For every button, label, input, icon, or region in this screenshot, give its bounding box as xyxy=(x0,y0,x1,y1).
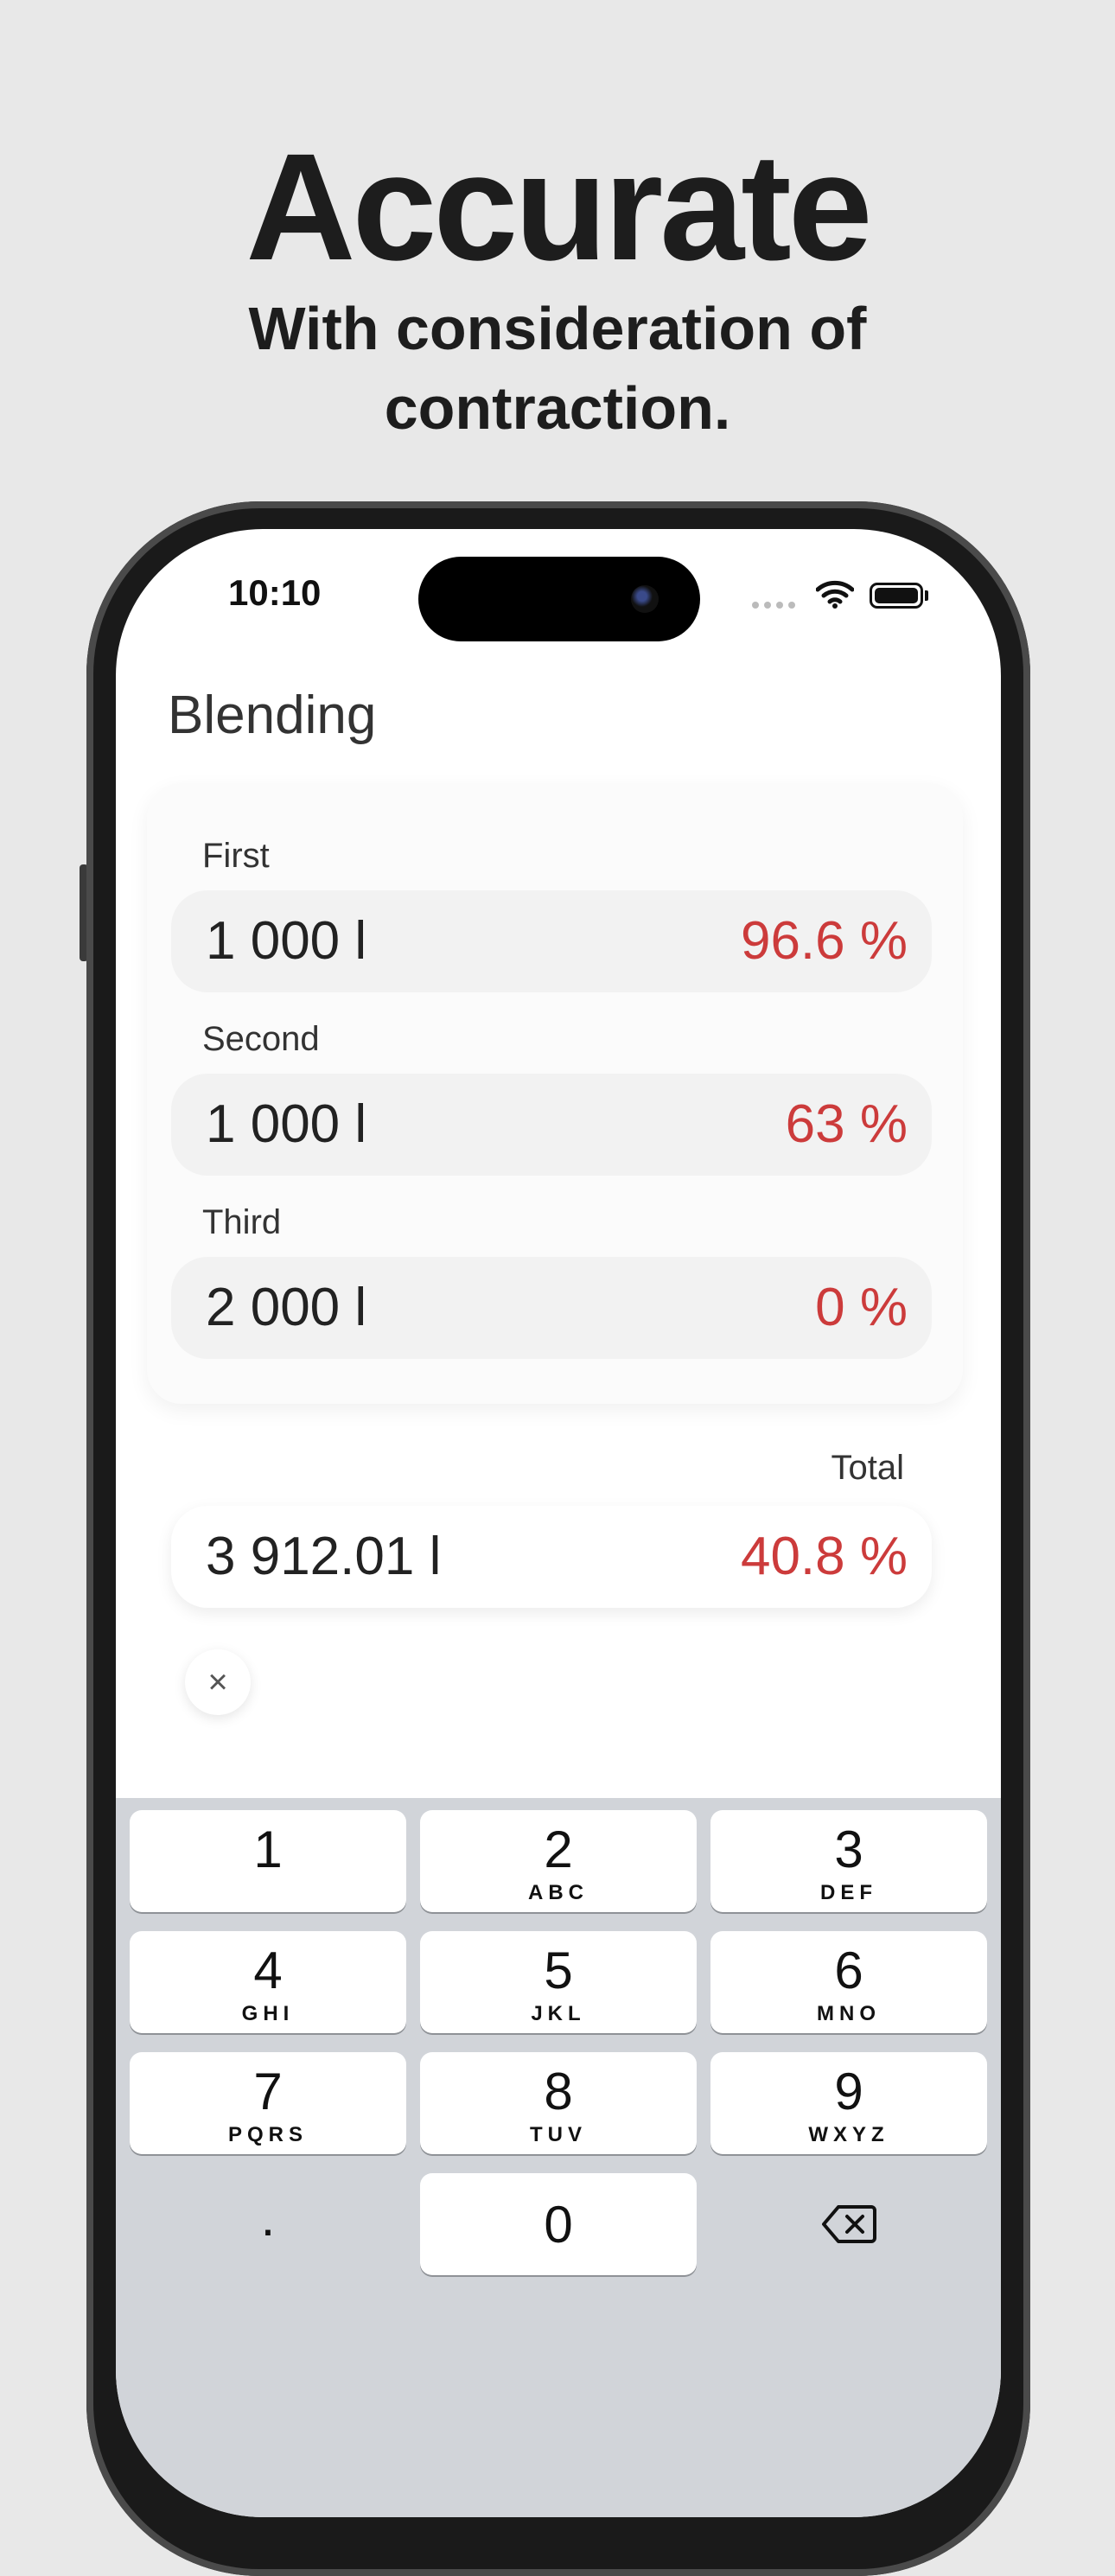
signal-icon xyxy=(752,602,795,609)
key-letters: PQRS xyxy=(227,2123,308,2146)
key-0[interactable]: 0 xyxy=(420,2173,697,2275)
first-field[interactable]: 1 000 l 96.6 % xyxy=(171,890,932,992)
key-number: 4 xyxy=(253,1942,283,1999)
key-delete[interactable] xyxy=(710,2173,987,2275)
battery-tip xyxy=(925,590,928,601)
total-percent: 40.8 % xyxy=(740,1527,908,1586)
wifi-icon xyxy=(816,580,854,609)
key-letters: MNO xyxy=(817,2002,881,2025)
numeric-keyboard: 1 2 ABC 3 DEF 4 GHI 5 JKL 6 MNO 7 PQRS 8 xyxy=(116,1798,1001,2517)
promo-subline-line-2: contraction. xyxy=(384,374,731,442)
key-decimal[interactable]: . xyxy=(130,2173,406,2275)
key-5[interactable]: 5 JKL xyxy=(420,1931,697,2033)
key-1[interactable]: 1 xyxy=(130,1810,406,1912)
key-number: 7 xyxy=(253,2063,283,2120)
key-letters: WXYZ xyxy=(808,2123,889,2146)
clear-button[interactable]: × xyxy=(185,1649,251,1715)
key-number: 6 xyxy=(834,1942,863,1999)
total-label: Total xyxy=(831,1449,905,1487)
key-number: 1 xyxy=(253,1820,283,1878)
key-letters: TUV xyxy=(530,2123,587,2146)
key-8[interactable]: 8 TUV xyxy=(420,2052,697,2154)
key-letters: JKL xyxy=(531,2002,586,2025)
key-3[interactable]: 3 DEF xyxy=(710,1810,987,1912)
phone-screen: 10:10 Blending First 1 000 l 96.6 % Seco… xyxy=(116,529,1001,2517)
page-title: Blending xyxy=(168,685,377,745)
second-field[interactable]: 1 000 l 63 % xyxy=(171,1074,932,1176)
dynamic-island xyxy=(418,557,700,641)
key-letters: DEF xyxy=(820,1881,877,1904)
key-9[interactable]: 9 WXYZ xyxy=(710,2052,987,2154)
promo-headline: Accurate xyxy=(245,123,872,292)
key-letters: GHI xyxy=(241,2002,295,2025)
status-time: 10:10 xyxy=(228,572,322,613)
key-4[interactable]: 4 GHI xyxy=(130,1931,406,2033)
third-label: Third xyxy=(202,1203,282,1241)
key-number: 8 xyxy=(544,2063,573,2120)
key-number: 5 xyxy=(544,1942,573,1999)
first-percent: 96.6 % xyxy=(740,911,908,971)
key-number: . xyxy=(260,2189,276,2247)
key-2[interactable]: 2 ABC xyxy=(420,1810,697,1912)
battery-icon xyxy=(870,583,923,609)
third-field[interactable]: 2 000 l 0 % xyxy=(171,1257,932,1359)
second-percent: 63 % xyxy=(785,1094,908,1154)
total-volume: 3 912.01 l xyxy=(206,1527,442,1586)
third-percent: 0 % xyxy=(815,1278,908,1337)
key-number: 0 xyxy=(544,2196,573,2254)
first-volume: 1 000 l xyxy=(206,911,367,971)
second-label: Second xyxy=(202,1020,320,1058)
key-number: 9 xyxy=(834,2063,863,2120)
key-number: 2 xyxy=(544,1820,573,1878)
key-6[interactable]: 6 MNO xyxy=(710,1931,987,2033)
key-7[interactable]: 7 PQRS xyxy=(130,2052,406,2154)
total-field: 3 912.01 l 40.8 % xyxy=(171,1506,932,1608)
backspace-icon xyxy=(822,2205,876,2243)
promo-subline-line-1: With consideration of xyxy=(248,295,867,362)
third-volume: 2 000 l xyxy=(206,1278,367,1337)
second-volume: 1 000 l xyxy=(206,1094,367,1154)
promo-subline: With consideration of contraction. xyxy=(0,289,1115,448)
first-label: First xyxy=(202,837,270,875)
key-letters: ABC xyxy=(528,1881,589,1904)
camera-icon xyxy=(631,585,659,613)
key-number: 3 xyxy=(834,1820,863,1878)
